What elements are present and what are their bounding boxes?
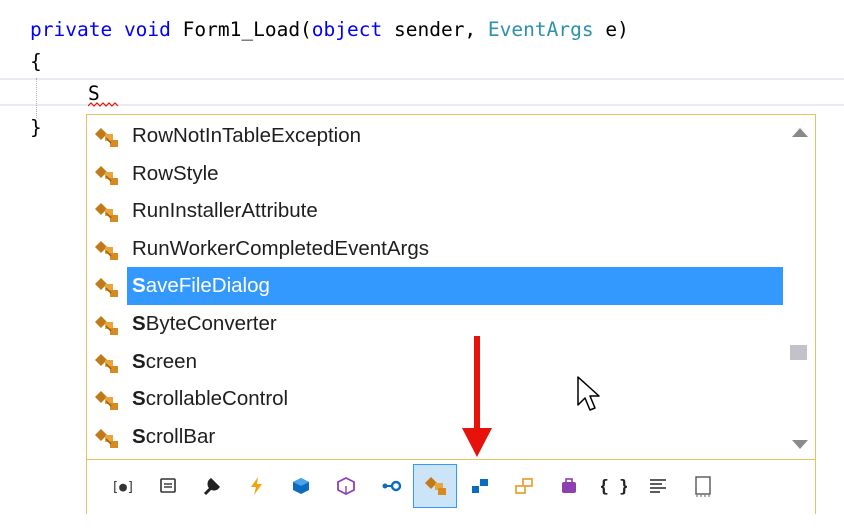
rest-text: RowStyle (132, 161, 219, 185)
keyword-object: object (311, 18, 383, 41)
braces-glyph: { } (601, 477, 627, 497)
completion-scrollbar[interactable] (786, 116, 814, 459)
module-filter-icon (562, 478, 576, 493)
snippet-filter-button[interactable] (636, 464, 680, 508)
error-squiggle (88, 102, 119, 107)
class-filter-button[interactable] (413, 464, 458, 508)
type-eventargs: EventArgs (487, 18, 594, 41)
close-brace: } (30, 116, 42, 139)
completion-item-label: RowStyle (127, 155, 783, 193)
completion-item[interactable]: ScrollableControl (87, 380, 783, 418)
target-type-filter-button[interactable] (681, 464, 725, 508)
method-name: Form1_Load( (182, 18, 312, 41)
completion-item-label: SByteConverter (127, 305, 783, 343)
keyword-private: private (30, 18, 113, 41)
class-icon (95, 428, 118, 448)
match-text: S (132, 387, 146, 411)
completion-list[interactable]: RowNotInTableException RowStyle RunInstall… (87, 115, 783, 459)
class-icon (95, 391, 118, 411)
property-filter-icon (159, 478, 176, 493)
completion-item-label: RunInstallerAttribute (127, 192, 783, 230)
svg-text:[●]: [●] (111, 480, 134, 495)
completion-item[interactable]: Screen (87, 343, 783, 381)
match-text: S (132, 424, 146, 448)
class-icon (95, 128, 118, 147)
completion-item-label: RunWorkerCompletedEventArgs (127, 230, 783, 268)
method-wrench-filter-icon (204, 478, 221, 496)
rest-text: creen (145, 349, 197, 373)
rest-text: aveFileDialog (145, 274, 270, 298)
enum-filter-icon (515, 478, 534, 494)
current-line-highlight (0, 78, 844, 106)
rest-text: crollBar (145, 424, 216, 448)
class-icon (95, 165, 118, 185)
rest-text: RowNotInTableException (132, 124, 362, 147)
parameter-e: e) (593, 18, 629, 41)
match-text: S (132, 349, 146, 373)
rest-text: RunInstallerAttribute (132, 199, 318, 223)
completion-item-label: SaveFileDialog (127, 267, 783, 306)
keyword-braces-filter-button[interactable]: { } (592, 464, 636, 508)
property-filter-button[interactable] (146, 464, 190, 508)
rest-text: ByteConverter (145, 312, 277, 335)
struct-filter-icon (337, 476, 355, 496)
scroll-down-arrow-icon[interactable] (786, 435, 814, 455)
module-filter-button[interactable] (547, 464, 591, 508)
delegate-filter-icon (382, 480, 401, 492)
method-wrench-filter-button[interactable] (190, 464, 234, 508)
namespace-filter-icon: [●] (111, 480, 134, 495)
completion-item[interactable]: RowNotInTableException (87, 117, 783, 155)
match-text: S (132, 312, 146, 335)
class-icon (95, 316, 118, 335)
class-icon (95, 203, 118, 223)
class-filter-icon (425, 477, 447, 495)
class-icon (95, 278, 118, 298)
completion-item[interactable]: RunInstallerAttribute (87, 192, 783, 230)
scroll-up-arrow-icon[interactable] (786, 122, 814, 142)
completion-filter-bar: [●] { } (87, 459, 815, 514)
class-icon (95, 240, 118, 260)
completion-item[interactable]: ScrollBar (87, 418, 783, 456)
keyword-void: void (123, 18, 171, 41)
completion-item-label: Screen (127, 343, 783, 381)
completion-item[interactable]: RunWorkerCompletedEventArgs (87, 230, 783, 268)
interface-filter-icon (471, 479, 488, 493)
event-filter-icon (250, 477, 262, 495)
completion-item[interactable]: SByteConverter (87, 305, 783, 343)
event-filter-button[interactable] (235, 464, 279, 508)
rest-text: crollableControl (145, 387, 289, 411)
field-filter-button[interactable] (279, 464, 323, 508)
keyword-braces-filter-icon: { } (601, 477, 627, 497)
snippet-filter-icon (650, 479, 667, 493)
red-arrow-annotation (462, 336, 492, 457)
field-filter-icon (293, 478, 310, 494)
parameter-sender: sender, (382, 18, 488, 41)
completion-item[interactable]: SaveFileDialog (87, 267, 783, 306)
delegate-filter-button[interactable] (369, 464, 413, 508)
completion-item-label: ScrollBar (127, 418, 783, 456)
class-icon (95, 353, 118, 373)
struct-filter-button[interactable] (324, 464, 368, 508)
method-signature-line[interactable]: private void Form1_Load(object sender, E… (30, 16, 629, 44)
completion-item-label: RowNotInTableException (127, 117, 783, 155)
enum-filter-button[interactable] (502, 464, 546, 508)
interface-filter-button[interactable] (458, 464, 502, 508)
completion-item[interactable]: RowStyle (87, 155, 783, 193)
intellisense-popup[interactable]: RowNotInTableException RowStyle RunInstall… (86, 114, 816, 514)
rest-text: RunWorkerCompletedEventArgs (132, 236, 429, 260)
scroll-thumb[interactable] (790, 345, 807, 360)
match-text: S (132, 274, 146, 298)
indent-guide (36, 78, 37, 118)
open-brace: { (30, 50, 42, 73)
mouse-pointer-icon (577, 376, 600, 411)
completion-item-label: ScrollableControl (127, 380, 783, 418)
namespace-filter-button[interactable]: [●] (101, 464, 145, 508)
target-type-filter-icon (695, 476, 711, 497)
